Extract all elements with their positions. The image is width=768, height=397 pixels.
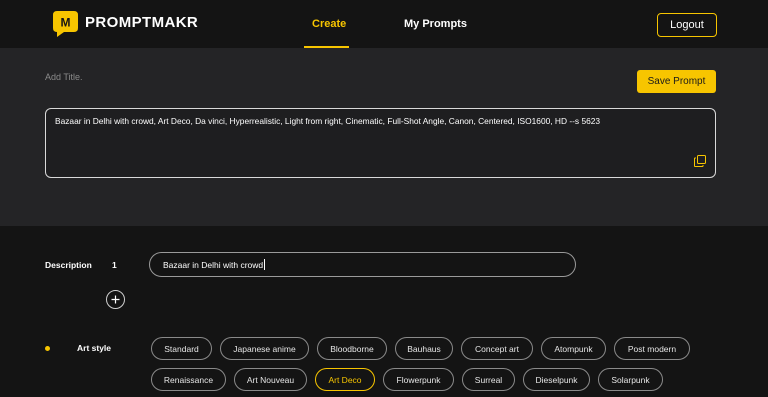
copy-icon[interactable]: [694, 155, 706, 167]
logo-letter: M: [61, 16, 71, 30]
chip-concept-art[interactable]: Concept art: [461, 337, 533, 360]
add-description-button[interactable]: [106, 290, 125, 309]
description-index: 1: [112, 260, 117, 270]
chip-surreal[interactable]: Surreal: [462, 368, 515, 391]
prompt-textarea[interactable]: Bazaar in Delhi with crowd, Art Deco, Da…: [45, 108, 716, 178]
chip-bloodborne[interactable]: Bloodborne: [317, 337, 387, 360]
chip-post-modern[interactable]: Post modern: [614, 337, 690, 360]
art-style-label: Art style: [77, 343, 112, 353]
chip-atompunk[interactable]: Atompunk: [541, 337, 606, 360]
description-input[interactable]: [149, 252, 576, 277]
top-nav-bar: M PROMPTMAKR Create My Prompts Logout: [0, 0, 768, 48]
prompt-editor-panel: Save Prompt Bazaar in Delhi with crowd, …: [0, 48, 768, 226]
plus-icon: [111, 295, 120, 304]
chip-standard[interactable]: Standard: [151, 337, 212, 360]
logo-icon: M: [53, 11, 78, 37]
title-input[interactable]: [45, 72, 345, 82]
chip-art-deco[interactable]: Art Deco: [315, 368, 375, 391]
tab-create[interactable]: Create: [312, 18, 346, 30]
chip-flowerpunk[interactable]: Flowerpunk: [383, 368, 454, 391]
chip-bauhaus[interactable]: Bauhaus: [395, 337, 453, 360]
chip-art-nouveau[interactable]: Art Nouveau: [234, 368, 307, 391]
logout-button[interactable]: Logout: [657, 13, 717, 37]
description-label: Description: [45, 260, 92, 270]
text-cursor: [264, 259, 265, 270]
prompt-text: Bazaar in Delhi with crowd, Art Deco, Da…: [55, 116, 601, 126]
brand-name[interactable]: PROMPTMAKR: [85, 14, 198, 31]
save-prompt-button[interactable]: Save Prompt: [637, 70, 716, 93]
chip-japanese-anime[interactable]: Japanese anime: [220, 337, 309, 360]
chip-solarpunk[interactable]: Solarpunk: [598, 368, 663, 391]
tab-my-prompts[interactable]: My Prompts: [404, 18, 467, 30]
chip-renaissance[interactable]: Renaissance: [151, 368, 226, 391]
section-bullet-icon: [45, 346, 50, 351]
chip-dieselpunk[interactable]: Dieselpunk: [523, 368, 590, 391]
